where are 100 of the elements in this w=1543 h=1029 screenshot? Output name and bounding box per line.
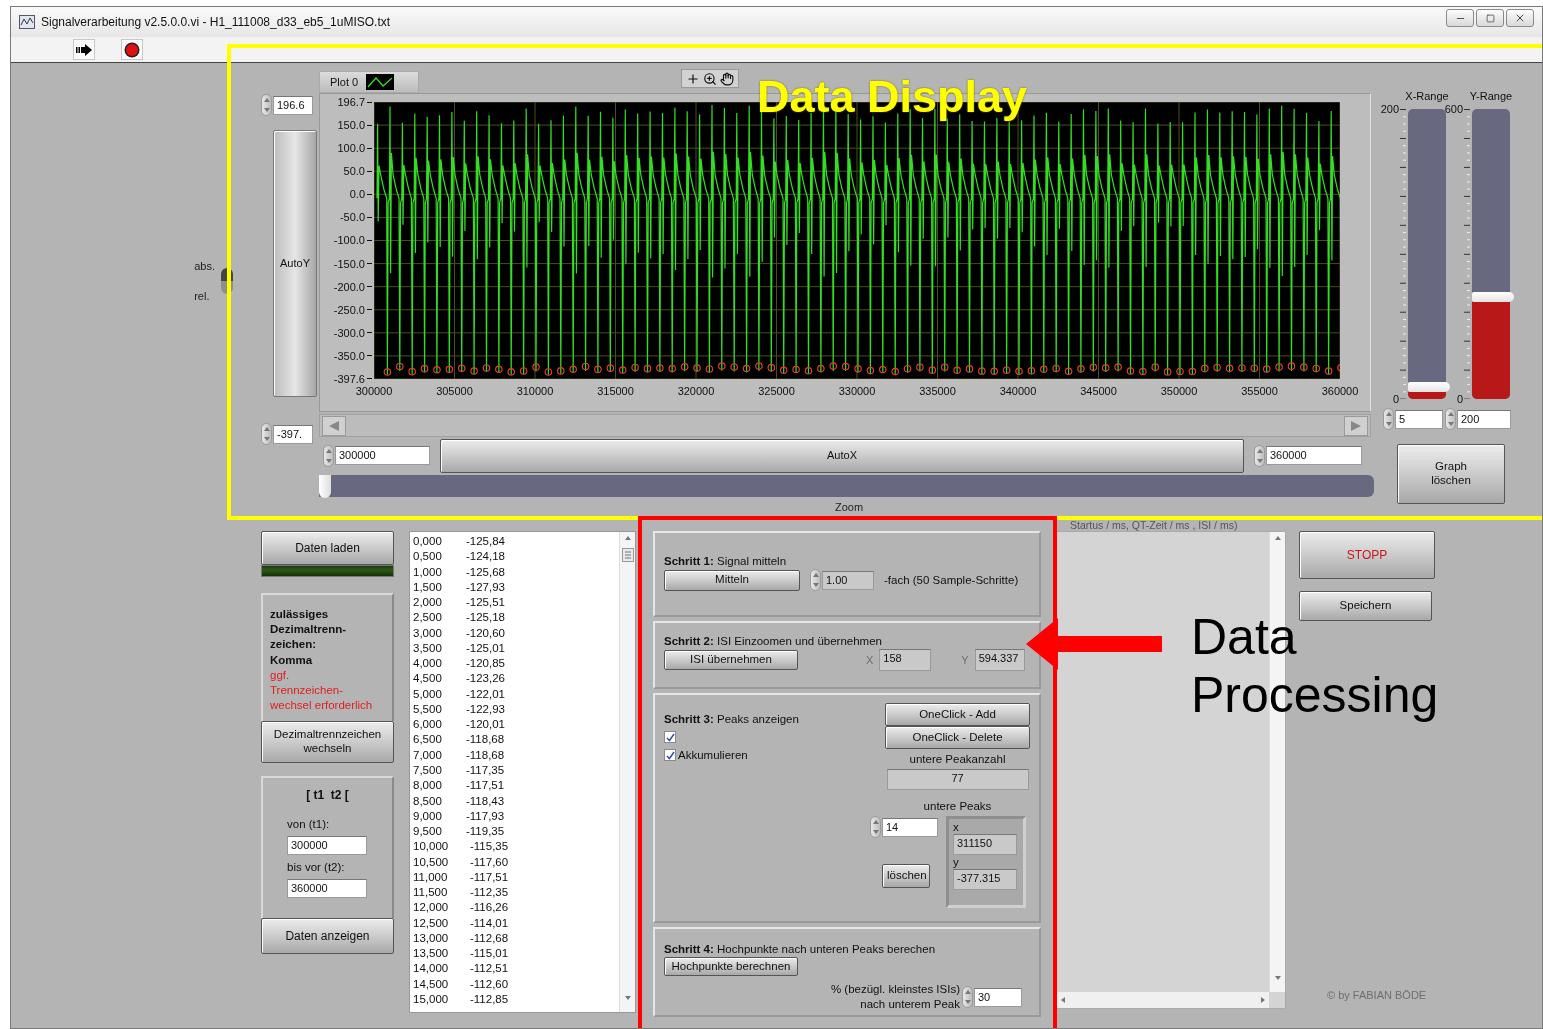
minimize-button[interactable] — [1446, 9, 1474, 27]
plot-legend[interactable]: Plot 0 — [319, 71, 419, 93]
scroll-left-button[interactable] — [322, 415, 346, 436]
field-label: X — [866, 654, 874, 666]
list-cell-text: -124,18 — [466, 549, 506, 565]
up-arrow-icon — [1447, 412, 1454, 416]
delete-peak-button[interactable]: OneClick - Delete — [885, 726, 1030, 749]
list-cell-text: -117,60 — [469, 854, 510, 870]
peak-index-field[interactable]: 14 — [882, 817, 938, 837]
down-arrow-icon — [872, 830, 879, 834]
horizontal-scrollbar[interactable] — [1057, 992, 1269, 1008]
up-arrow-icon — [1385, 412, 1392, 416]
load-data-button[interactable]: Daten laden — [261, 531, 394, 565]
spin-button[interactable] — [261, 423, 272, 445]
slider-thumb[interactable] — [1408, 381, 1450, 392]
spin-button[interactable] — [1254, 444, 1265, 467]
save-button[interactable]: Speichern — [1299, 591, 1432, 621]
show-data-button[interactable]: Daten anzeigen — [261, 918, 394, 954]
hand-icon[interactable] — [720, 71, 734, 86]
down-arrow-icon — [624, 996, 631, 1000]
axis-tick-label: -50.0 — [339, 210, 372, 225]
peak-y-field: -377.315 — [953, 869, 1017, 890]
list-cell-text: 11,500 — [413, 885, 449, 901]
spin-button[interactable] — [1383, 408, 1394, 430]
zoom-icon[interactable] — [703, 71, 717, 86]
checkbox[interactable] — [664, 749, 676, 761]
list-cell-text: -117,35 — [466, 763, 506, 778]
list-cell-text: 7,000 — [413, 747, 443, 763]
scrollbar[interactable] — [619, 532, 635, 1012]
spin-button[interactable] — [810, 569, 821, 591]
autox-button[interactable]: AutoX — [440, 438, 1244, 473]
zoom-slider[interactable] — [319, 474, 1374, 497]
range-field[interactable]: 200 — [1457, 409, 1511, 429]
axis-tick-label: 355000 — [1241, 385, 1278, 397]
list-cell-text: 9,000 — [413, 808, 443, 824]
up-arrow-icon — [325, 448, 332, 453]
list-cell-text: 14,000 — [413, 961, 450, 977]
down-arrow-icon — [325, 458, 332, 463]
list-cell-text: -118,43 — [466, 793, 506, 809]
field-label: y — [953, 856, 960, 868]
list-cell-text: -112,68 — [469, 930, 510, 946]
slider-label: X-Range — [1405, 90, 1449, 102]
toggle-label: rel. — [194, 290, 211, 302]
toggle-label: abs. — [194, 260, 215, 272]
remove-button[interactable]: löschen — [882, 864, 930, 888]
to-field[interactable]: 360000 — [287, 879, 367, 898]
close-button[interactable] — [1506, 9, 1534, 27]
factor-field[interactable]: 1.00 — [822, 570, 874, 590]
slider-thumb[interactable] — [1472, 292, 1514, 303]
stop-button[interactable]: STOPP — [1299, 531, 1435, 579]
list-cell-text: -117,93 — [466, 808, 506, 824]
list-cell-text: -123,26 — [466, 671, 506, 687]
range-field[interactable]: 5 — [1395, 409, 1443, 429]
list-cell-text: 2,000 — [413, 595, 443, 611]
axis-tick-label: 305000 — [436, 385, 473, 397]
right-arrow-icon — [1351, 420, 1361, 431]
scroll-right-button[interactable] — [1344, 415, 1368, 436]
spin-button[interactable] — [323, 444, 334, 467]
axis-tick-label: 330000 — [838, 385, 876, 397]
list-cell-text: 5,500 — [413, 701, 443, 717]
checkbox-label: Akkumulieren — [678, 749, 748, 761]
graph-scrollbar[interactable] — [319, 413, 1371, 438]
field-label: Y — [961, 654, 969, 666]
x-min-field[interactable]: 300000 — [335, 446, 430, 466]
down-arrow-icon — [812, 583, 819, 587]
list-cell-text: 12,000 — [413, 900, 450, 916]
axis-tick-label: 100.0 — [337, 141, 372, 156]
spin-button[interactable] — [261, 94, 272, 116]
y-max-field[interactable]: 196.6 — [273, 95, 313, 115]
maximize-icon — [1485, 13, 1495, 23]
axis-tick-label: 325000 — [758, 385, 795, 397]
run-button[interactable] — [73, 39, 95, 60]
average-button[interactable]: Mitteln — [664, 569, 800, 591]
list-cell-text: -125,51 — [466, 595, 506, 611]
list-cell-text: 4,500 — [413, 671, 443, 687]
add-peak-button[interactable]: OneClick - Add — [885, 703, 1030, 726]
field-label: % (bezügl. kleinstes ISIs) nach unterem Peak — [830, 982, 960, 1012]
isi-apply-button[interactable]: ISI übernehmen — [664, 650, 798, 670]
list-cell-text: 4,000 — [413, 656, 443, 672]
crosshair-icon[interactable] — [686, 71, 700, 86]
spin-button[interactable] — [962, 986, 973, 1008]
spin-button[interactable] — [1445, 408, 1456, 430]
checkbox[interactable] — [664, 731, 676, 743]
clear-graph-button[interactable]: Graph löschen — [1397, 444, 1505, 504]
x-max-field[interactable]: 360000 — [1266, 446, 1362, 466]
list-cell-text: 9,500 — [413, 824, 443, 840]
list-cell-text: -115,01 — [469, 946, 510, 962]
down-arrow-icon — [1274, 976, 1281, 980]
step-title: Schritt 2: ISI Einzoomen und übernehmen — [664, 635, 883, 647]
slider-thumb[interactable] — [319, 474, 331, 498]
scale-label: 200 — [1380, 103, 1399, 115]
switch-separator-button[interactable]: Dezimaltrennzeichen wechseln — [261, 721, 394, 763]
from-field[interactable]: 300000 — [287, 836, 367, 855]
y-min-field[interactable]: -397. — [273, 424, 313, 444]
autoy-button[interactable]: AutoY — [273, 130, 317, 397]
compute-peaks-button[interactable]: Hochpunkte berechnen — [664, 957, 798, 976]
spin-button[interactable] — [870, 816, 881, 838]
stop-button[interactable] — [121, 39, 143, 60]
down-arrow-icon — [964, 1000, 971, 1004]
percent-field[interactable]: 30 — [974, 987, 1022, 1007]
